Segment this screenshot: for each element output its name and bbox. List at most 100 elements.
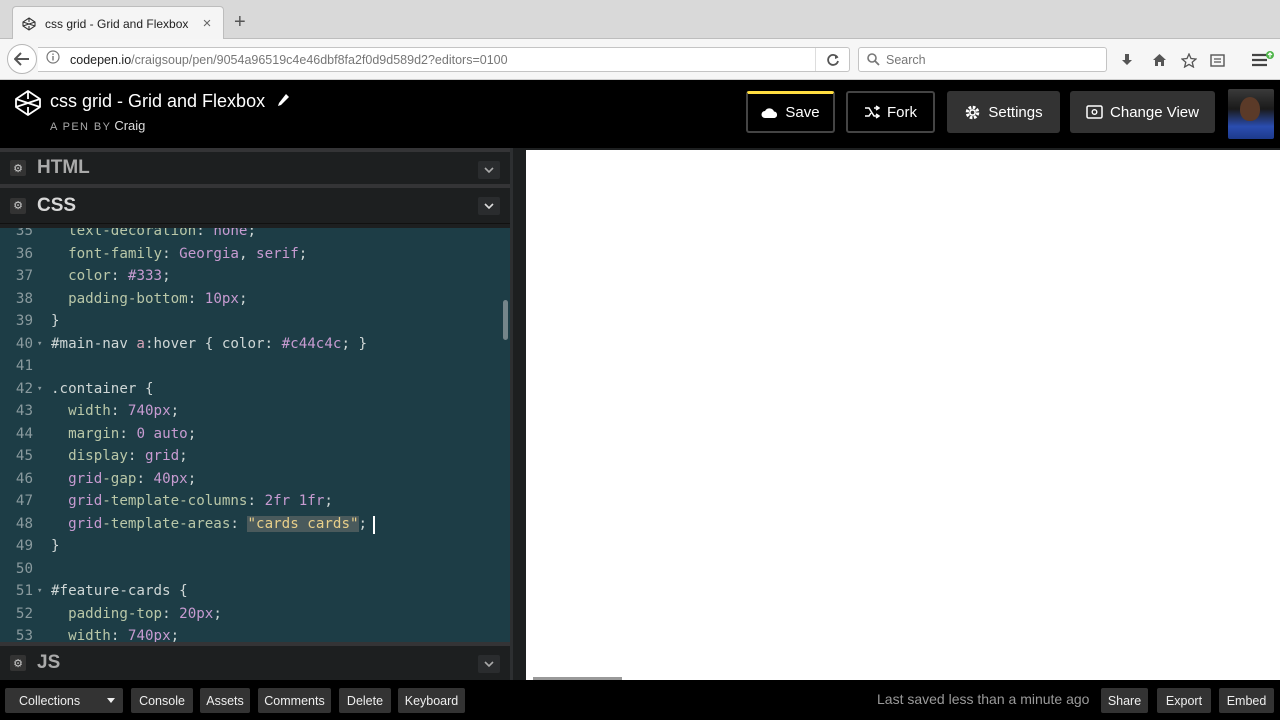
css-settings-gear-icon[interactable]: ⚙	[10, 197, 26, 214]
code-line[interactable]: 49}	[0, 535, 510, 558]
back-button[interactable]	[7, 44, 37, 74]
html-editor-label: HTML	[37, 157, 90, 178]
code-line[interactable]: 38 padding-bottom: 10px;	[0, 288, 510, 311]
code-text: }	[51, 538, 60, 554]
code-line[interactable]: 47 grid-template-columns: 2fr 1fr;	[0, 490, 510, 513]
url-text: codepen.io/craigsoup/pen/9054a96519c4e46…	[70, 53, 508, 67]
code-text: padding-top: 20px;	[68, 605, 222, 622]
menu-icon[interactable]	[1250, 51, 1276, 69]
save-label: Save	[785, 104, 820, 121]
comments-button[interactable]: Comments	[258, 688, 331, 713]
preview-pane[interactable]	[526, 150, 1280, 680]
text-cursor-icon	[373, 515, 375, 534]
line-number: 50	[15, 560, 33, 577]
line-number: 36	[15, 245, 33, 262]
bookmark-star-icon[interactable]	[1180, 51, 1198, 69]
code-scrollbar[interactable]	[503, 300, 508, 340]
code-text: }	[51, 313, 60, 329]
settings-button[interactable]: Settings	[947, 91, 1060, 133]
code-line[interactable]: 52 padding-top: 20px;	[0, 603, 510, 626]
code-line[interactable]: 43 width: 740px;	[0, 400, 510, 423]
js-settings-gear-icon[interactable]: ⚙	[10, 655, 26, 671]
css-collapse-chevron-icon[interactable]	[478, 197, 500, 215]
back-arrow-icon	[14, 52, 29, 66]
line-number: 35	[15, 228, 33, 239]
change-view-button[interactable]: Change View	[1070, 91, 1215, 133]
console-button[interactable]: Console	[131, 688, 193, 713]
browser-tab[interactable]: css grid - Grid and Flexbox ×	[12, 6, 224, 40]
html-collapse-chevron-icon[interactable]	[478, 161, 500, 179]
pen-title[interactable]: css grid - Grid and Flexbox	[50, 91, 265, 112]
code-line[interactable]: 42 ▾ .container {	[0, 378, 510, 401]
caret-down-icon	[107, 698, 115, 703]
reload-icon[interactable]	[815, 48, 849, 71]
editors-column: ⚙ HTML ⚙ CSS 35 text-decoration: none; 36…	[0, 148, 513, 680]
code-line[interactable]: 35 text-decoration: none;	[0, 228, 510, 243]
code-line[interactable]: 51 ▾ #feature-cards {	[0, 580, 510, 603]
code-line[interactable]: 39}	[0, 310, 510, 333]
js-collapse-chevron-icon[interactable]	[478, 655, 500, 673]
html-editor-header[interactable]: ⚙ HTML	[0, 152, 510, 188]
info-icon[interactable]	[42, 50, 64, 69]
pen-byline: A PEN BY Craig	[50, 118, 145, 133]
css-code-editor[interactable]: 35 text-decoration: none; 36 font-family:…	[0, 228, 510, 642]
code-text: padding-bottom: 10px;	[68, 290, 248, 307]
url-path: /craigsoup/pen/9054a96519c4e46dbf8fa2f0d…	[131, 52, 508, 67]
fork-icon	[865, 105, 880, 119]
avatar[interactable]	[1228, 89, 1274, 139]
assets-button[interactable]: Assets	[200, 688, 250, 713]
line-number: 49	[15, 538, 33, 554]
line-number: 39	[15, 313, 33, 329]
js-editor-header[interactable]: ⚙ JS	[0, 642, 510, 680]
code-line[interactable]: 50	[0, 558, 510, 581]
code-line[interactable]: 48 grid-template-areas: "cards cards";	[0, 513, 510, 536]
code-line[interactable]: 53 width: 740px;	[0, 625, 510, 642]
code-line[interactable]: 40 ▾ #main-nav a:hover { color: #c44c4c; }	[0, 333, 510, 356]
html-settings-gear-icon[interactable]: ⚙	[10, 160, 26, 176]
delete-button[interactable]: Delete	[339, 688, 391, 713]
code-text: #feature-cards {	[51, 583, 188, 599]
home-icon[interactable]	[1150, 51, 1168, 69]
code-text: grid-template-areas: "cards cards";	[68, 515, 368, 532]
code-line[interactable]: 36 font-family: Georgia, serif;	[0, 243, 510, 266]
code-text: width: 740px;	[68, 628, 180, 642]
line-number: 37	[15, 268, 33, 284]
codepen-logo-icon[interactable]	[14, 89, 42, 122]
code-line[interactable]: 45 display: grid;	[0, 445, 510, 468]
browser-tab-bar: css grid - Grid and Flexbox × +	[0, 0, 1280, 40]
code-text: color: #333;	[68, 268, 171, 284]
cloud-icon	[761, 107, 778, 118]
keyboard-button[interactable]: Keyboard	[398, 688, 465, 713]
fold-arrow-icon[interactable]: ▾	[37, 378, 42, 401]
tab-title: css grid - Grid and Flexbox	[45, 16, 189, 31]
fold-arrow-icon[interactable]: ▾	[37, 333, 42, 356]
browser-nav-bar: codepen.io/craigsoup/pen/9054a96519c4e46…	[0, 39, 1280, 80]
save-button[interactable]: Save	[746, 91, 835, 133]
edit-title-pencil-icon[interactable]	[277, 93, 290, 112]
line-number: 38	[15, 290, 33, 307]
fork-button[interactable]: Fork	[846, 91, 935, 133]
line-number: 46	[15, 470, 33, 487]
close-tab-icon[interactable]: ×	[199, 15, 215, 32]
css-editor-header[interactable]: ⚙ CSS	[0, 188, 510, 224]
code-line[interactable]: 41	[0, 355, 510, 378]
search-input[interactable]: Search	[858, 47, 1107, 72]
new-tab-button[interactable]: +	[234, 12, 246, 32]
code-text: text-decoration: none;	[68, 228, 257, 239]
line-number: 45	[15, 448, 33, 464]
line-number: 47	[15, 493, 33, 509]
fold-arrow-icon[interactable]: ▾	[37, 580, 42, 603]
code-line[interactable]: 37 color: #333;	[0, 265, 510, 288]
download-icon[interactable]	[1118, 51, 1136, 69]
share-button[interactable]: Share	[1101, 688, 1148, 713]
export-button[interactable]: Export	[1157, 688, 1211, 713]
pane-resize-handle[interactable]	[513, 148, 526, 680]
address-bar[interactable]: codepen.io/craigsoup/pen/9054a96519c4e46…	[38, 47, 850, 72]
code-line[interactable]: 44 margin: 0 auto;	[0, 423, 510, 446]
embed-button[interactable]: Embed	[1219, 688, 1274, 713]
code-line[interactable]: 46 grid-gap: 40px;	[0, 468, 510, 491]
author-link[interactable]: Craig	[114, 118, 145, 133]
code-text: width: 740px;	[68, 403, 180, 419]
reading-list-icon[interactable]	[1208, 51, 1226, 69]
collections-dropdown[interactable]: Collections	[5, 688, 123, 713]
